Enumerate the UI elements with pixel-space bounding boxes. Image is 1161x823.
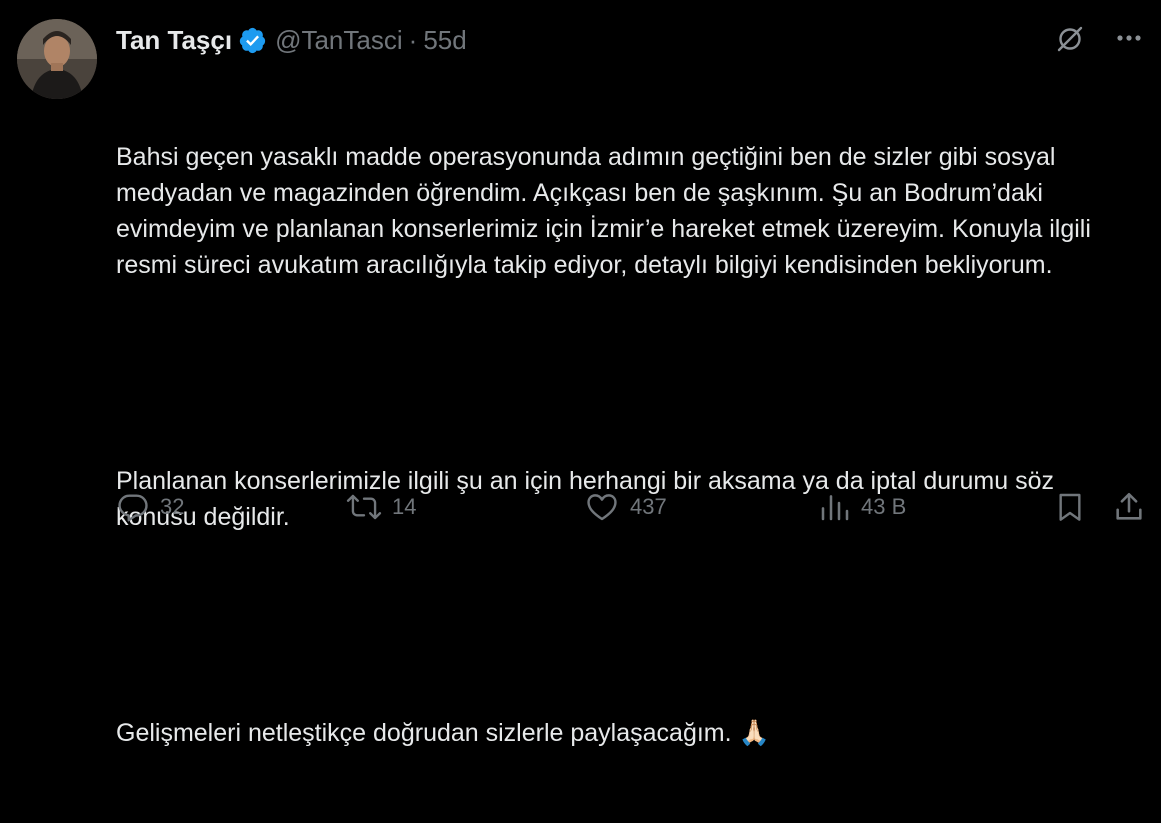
like-count: 437 <box>630 494 667 519</box>
more-icon[interactable] <box>1114 23 1144 53</box>
tweet-timestamp[interactable]: 55d <box>423 25 466 56</box>
tweet-paragraph: Bahsi geçen yasaklı madde operasyonunda … <box>116 143 1098 279</box>
repost-count: 14 <box>392 494 417 519</box>
heart-icon <box>587 494 617 521</box>
view-count: 43 B <box>861 494 907 519</box>
top-right-icons <box>1054 22 1144 54</box>
tweet-paragraph: Gelişmeleri netleştikçe doğrudan sizlerl… <box>116 719 770 747</box>
views-icon <box>821 495 849 521</box>
action-bar: 32 14 437 43 B <box>116 490 1149 526</box>
grok-icon[interactable] <box>1054 22 1086 54</box>
tweet-header: Tan Taşçı @TanTasci · 55d <box>116 22 467 58</box>
bookmark-icon <box>1059 493 1081 521</box>
author-handle[interactable]: @TanTasci <box>275 25 403 56</box>
avatar-image <box>17 19 97 99</box>
share-icon <box>1116 492 1142 520</box>
header-separator: · <box>408 24 418 55</box>
tweet-text: Bahsi geçen yasaklı madde operasyonunda … <box>116 67 1136 823</box>
repost-icon <box>346 494 382 520</box>
tweet-card[interactable]: Tan Taşçı @TanTasci · 55d Bahsi geçen ya… <box>0 0 1161 747</box>
verified-badge-icon[interactable] <box>238 26 267 55</box>
repost-button[interactable]: 14 <box>346 490 416 524</box>
views-button[interactable]: 43 B <box>819 490 906 524</box>
reply-count: 32 <box>160 494 185 519</box>
share-button[interactable] <box>1112 490 1146 524</box>
author-name[interactable]: Tan Taşçı <box>116 25 232 56</box>
avatar[interactable] <box>17 19 97 99</box>
reply-icon <box>118 494 148 522</box>
reply-button[interactable]: 32 <box>116 490 184 524</box>
bookmark-button[interactable] <box>1054 490 1086 524</box>
like-button[interactable]: 437 <box>584 490 667 524</box>
